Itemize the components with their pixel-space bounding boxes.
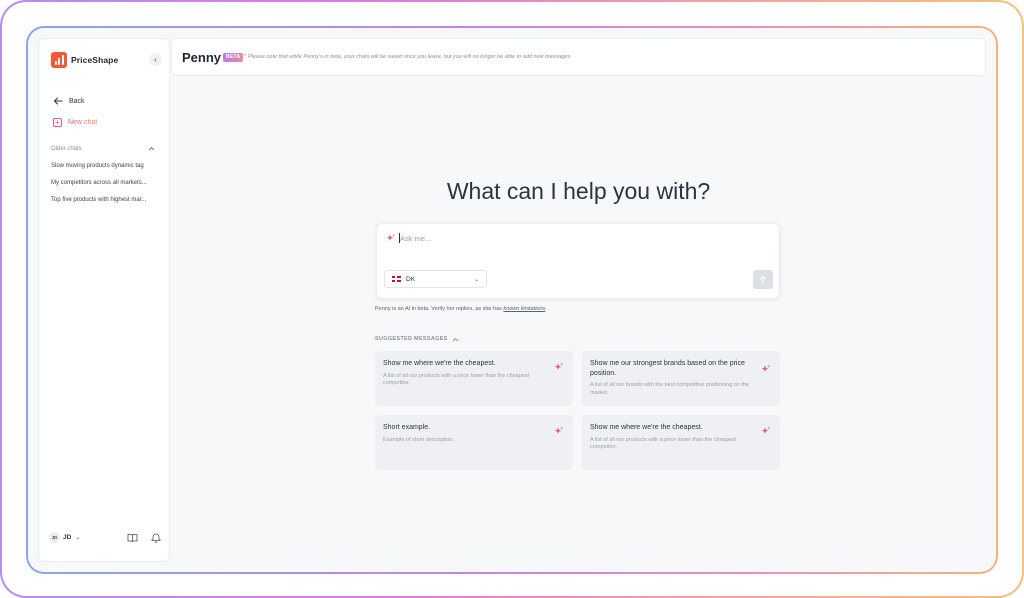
app-window: PriceShape ‹ Back + New chat Older chats (28, 28, 996, 572)
older-chat-item[interactable]: Slow moving products dynamic tag (51, 162, 159, 179)
disclaimer-text: Penny is an AI in beta. Verify her repli… (375, 306, 504, 312)
suggestion-desc: A list of all our products with a price … (383, 372, 530, 387)
priceshape-logo-icon (51, 52, 67, 68)
new-chat-button[interactable]: + New chat (53, 118, 97, 127)
older-chats-list: Slow moving products dynamic tag My comp… (51, 162, 159, 213)
chevron-down-icon[interactable]: ⌄ (75, 534, 80, 541)
plus-square-icon: + (53, 118, 62, 127)
chevron-up-icon (452, 337, 458, 341)
known-limitations-link[interactable]: known limitations (503, 306, 545, 312)
arrow-up-icon (760, 276, 766, 284)
chevron-down-icon: ⌄ (473, 276, 479, 283)
sparkle-icon (761, 364, 771, 372)
sparkle-icon (761, 426, 771, 434)
suggestion-desc: Example of short description. (383, 436, 454, 443)
suggestion-card[interactable]: Show me where we're the cheapest. A list… (375, 351, 573, 406)
bell-icon[interactable] (151, 532, 161, 543)
book-icon[interactable] (127, 533, 138, 543)
suggestion-title: Show me our strongest brands based on th… (590, 360, 745, 377)
suggested-messages-label: SUGGESTED MESSAGES (375, 336, 448, 342)
app-frame: PriceShape ‹ Back + New chat Older chats (26, 26, 998, 574)
header-bar: Penny BETA • Please note that while Penn… (171, 38, 986, 76)
country-value: DK (406, 275, 416, 283)
back-button[interactable]: Back (53, 97, 85, 105)
separator: • (244, 53, 247, 59)
sparkle-icon (554, 426, 564, 434)
page-title: Penny (182, 50, 222, 65)
suggestion-desc: A list of all our brands with the best c… (590, 382, 749, 396)
beta-badge: BETA (223, 53, 244, 62)
sidebar: PriceShape ‹ Back + New chat Older chats (38, 38, 170, 562)
chevron-left-icon: ‹ (154, 55, 157, 64)
hero-heading: What can I help you with? (446, 178, 711, 204)
chevron-up-icon (148, 146, 155, 151)
brand[interactable]: PriceShape (51, 52, 118, 68)
beta-note: Please note that while Penny's in beta, … (248, 54, 572, 60)
older-chat-item[interactable]: My competitors across all markets... (51, 179, 159, 196)
send-button[interactable] (753, 270, 773, 289)
suggestion-title: Show me where we're the cheapest. (383, 360, 496, 367)
avatar[interactable]: JD (49, 532, 60, 543)
older-chat-item[interactable]: Top five products with highest mar... (51, 196, 159, 213)
collapse-sidebar-button[interactable]: ‹ (149, 53, 162, 66)
back-label: Back (69, 97, 85, 105)
arrow-left-icon (54, 97, 63, 105)
suggestion-card[interactable]: Short example. Example of short descript… (375, 415, 573, 470)
disclaimer-end: . (545, 306, 547, 312)
suggestion-card[interactable]: Show me where we're the cheapest. A list… (582, 415, 780, 470)
sparkle-icon (554, 362, 564, 370)
sidebar-footer: JD JD ⌄ (49, 532, 161, 543)
older-chats-label: Older chats (51, 146, 82, 152)
suggestion-card[interactable]: Show me our strongest brands based on th… (582, 351, 780, 406)
user-name[interactable]: JD (63, 534, 71, 541)
suggestion-desc: A list of all our products with a price … (590, 436, 737, 451)
beta-disclaimer: Penny is an AI in beta. Verify her repli… (375, 306, 547, 312)
older-chats-toggle[interactable]: Older chats (51, 146, 155, 152)
new-chat-label: New chat (68, 119, 98, 126)
suggestion-title: Show me where we're the cheapest. (590, 424, 703, 431)
ask-input[interactable] (400, 232, 760, 244)
country-select[interactable]: DK ⌄ (384, 270, 487, 288)
denmark-flag-icon (392, 276, 401, 282)
suggested-messages-toggle[interactable]: SUGGESTED MESSAGES (375, 336, 459, 342)
suggestion-title: Short example. (383, 424, 431, 431)
chat-composer: DK ⌄ (376, 223, 780, 299)
brand-name: PriceShape (71, 55, 119, 65)
sparkle-icon (386, 233, 396, 241)
